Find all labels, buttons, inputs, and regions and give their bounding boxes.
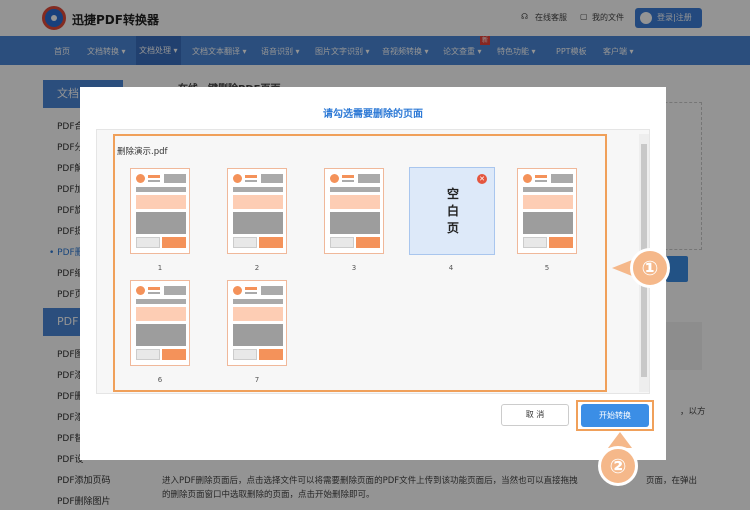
delete-pages-modal: 请勾选需要删除的页面 删除演示.pdf 1 2 3 空 白 页 ✕ 4 5 6 …: [80, 87, 666, 460]
modal-title: 请勾选需要删除的页面: [323, 109, 423, 120]
page-thumbnail-4-selected[interactable]: 空 白 页 ✕: [409, 167, 495, 255]
page-number: 1: [157, 264, 163, 272]
page-thumbnail-2[interactable]: [227, 168, 287, 254]
callout-2: ②: [598, 446, 638, 486]
page-number: 7: [254, 376, 260, 384]
blank-page-label: 空 白 页: [446, 187, 459, 235]
page-number: 6: [157, 376, 163, 384]
callout-1-pointer: [612, 260, 632, 276]
page-thumbnail-6[interactable]: [130, 280, 190, 366]
page-number: 3: [351, 264, 357, 272]
callout-1: ①: [630, 248, 670, 288]
start-convert-button[interactable]: 开始转换: [581, 404, 649, 427]
page-number: 4: [448, 264, 454, 272]
page-thumbnail-5[interactable]: [517, 168, 577, 254]
file-name: 删除演示.pdf: [117, 147, 168, 157]
page-number: 5: [544, 264, 550, 272]
page-thumbnail-1[interactable]: [130, 168, 190, 254]
close-icon[interactable]: ✕: [477, 174, 487, 184]
page-thumbnail-3[interactable]: [324, 168, 384, 254]
cancel-button[interactable]: 取 消: [501, 404, 569, 426]
page-number: 2: [254, 264, 260, 272]
page-thumbnail-7[interactable]: [227, 280, 287, 366]
